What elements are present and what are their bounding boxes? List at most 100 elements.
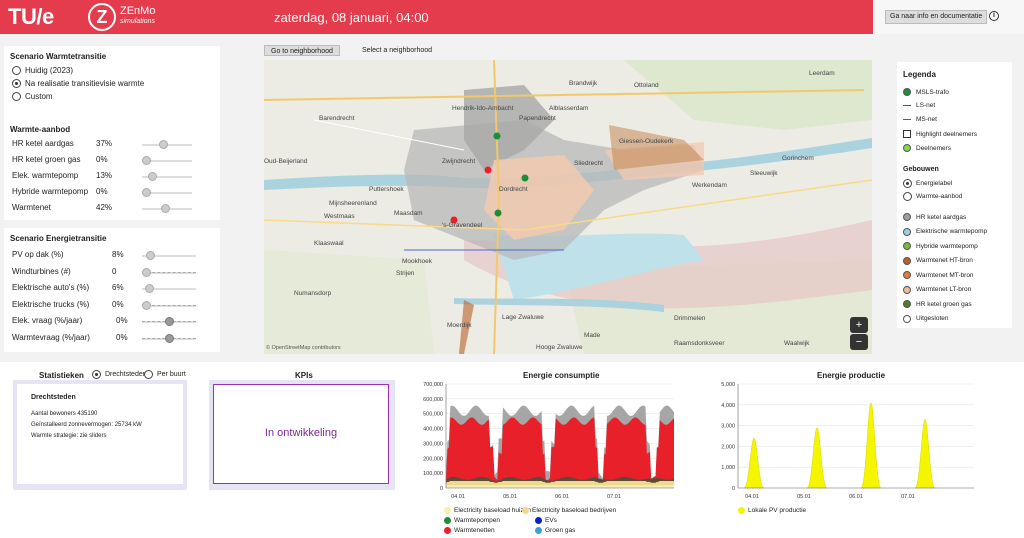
legend-item-ms-net[interactable]: MS-net [903, 116, 937, 123]
x-tick-label: 07.01 [607, 494, 621, 500]
legend-item-deelnemers[interactable]: Deelnemers [903, 144, 951, 152]
legend-evs: EVs [535, 517, 557, 524]
y-tick-label: 100,000 [423, 471, 443, 477]
stat-card-title: Drechtsteden [31, 394, 76, 401]
radio-label: Custom [25, 92, 53, 101]
radio-label: Huidig (2023) [25, 66, 74, 75]
radio-circle-icon[interactable] [12, 66, 21, 75]
y-tick-label: 600,000 [423, 397, 443, 403]
slider-handle[interactable] [147, 172, 157, 181]
warmtenet-lt-bron-icon [903, 285, 911, 294]
building-item-warmtenet-lt-bron[interactable]: Warmtenet LT-bron [903, 285, 971, 294]
kpi-title: KPIs [295, 371, 313, 380]
tab-select-neighborhood[interactable]: Select a neighborhood [356, 45, 438, 56]
zenmo-sub: simulations [120, 18, 156, 25]
building-item-uitgesloten[interactable]: Uitgesloten [903, 314, 949, 323]
warmte-slider-hr-ketel-groen-gas[interactable] [142, 156, 192, 165]
slider-handle[interactable] [142, 300, 151, 310]
slider-handle[interactable] [165, 317, 174, 326]
slider-handle[interactable] [159, 140, 169, 149]
radio-label: Energielabel [916, 180, 953, 187]
legend-label: HR ketel groen gas [916, 300, 972, 308]
radio-na-realisatie-transitievisie-warmte[interactable]: Na realisatie transitievisie warmte [12, 79, 144, 88]
radio-energielabel[interactable]: Energielabel [903, 179, 952, 188]
legend-electricity-baseload-huizen: Electricity baseload huizen [444, 507, 531, 514]
warmte-slider-warmtenet[interactable] [142, 204, 192, 213]
map-place-ottoland: Ottoland [634, 82, 659, 89]
legend-label: MSLS-trafo [916, 88, 949, 96]
x-tick-label: 06.01 [849, 494, 863, 500]
legend-label: Lokale PV productie [748, 507, 807, 514]
slider-handle[interactable] [142, 156, 151, 165]
legend-label: Warmtenet MT-bron [916, 271, 974, 279]
groen-gas-swatch-icon [535, 527, 542, 534]
legend-groen-gas: Groen gas [535, 527, 575, 534]
energie-slider-elektrische-auto-s[interactable] [142, 284, 196, 293]
energie-label-elektrische-auto-s: Elektrische auto's (%) [12, 283, 90, 292]
building-item-hr-ketel-groen-gas[interactable]: HR ketel groen gas [903, 300, 972, 308]
zoom-out-button[interactable]: − [850, 334, 868, 350]
radio-circle-icon[interactable] [92, 370, 101, 379]
warmtenetten-swatch-icon [444, 527, 451, 534]
building-item-warmtenet-mt-bron[interactable]: Warmtenet MT-bron [903, 271, 974, 279]
radio-warmte-aanbod[interactable]: Warmte-aanbod [903, 192, 962, 201]
slider-handle[interactable] [144, 284, 154, 293]
x-tick-label: 05.01 [797, 494, 811, 500]
energie-slider-pv-op-dak[interactable] [142, 251, 196, 260]
energie-label-windturbines: Windturbines (#) [12, 266, 71, 276]
map-place-numansdorp: Numansdorp [294, 290, 332, 297]
radio-circle-icon[interactable] [144, 370, 153, 379]
map-place-mijnsheerenland: Mijnsheerenland [329, 200, 377, 207]
radio-circle-icon[interactable] [903, 192, 912, 201]
consumption-chart: 700,000 600,000 500,000 400,000 300,000 200,0… [423, 382, 674, 500]
map-place-werkendam: Werkendam [692, 182, 727, 189]
warmte-slider-hybride-warmtepomp[interactable] [142, 188, 192, 197]
slider-handle[interactable] [145, 251, 155, 260]
slider-handle[interactable] [142, 188, 151, 197]
radio-custom[interactable]: Custom [12, 92, 53, 101]
kpi-card-frame: In ontwikkeling [209, 380, 395, 490]
map-place-barendrecht: Barendrecht [319, 115, 355, 122]
legend-electricity-baseload-bedrijven: Electricity baseload bedrijven [522, 507, 616, 514]
slider-handle[interactable] [165, 333, 174, 343]
legend-item-highlight-deelnemers[interactable]: Highlight deelnemers [903, 130, 977, 138]
pv-peak-area [860, 402, 882, 489]
radio-circle-icon[interactable] [12, 79, 21, 88]
stat-card-frame: Drechtsteden Aantal bewoners 435190 Geïns… [13, 380, 187, 490]
y-tick-label: 300,000 [423, 441, 443, 447]
legend-label: Electricity baseload bedrijven [532, 507, 617, 514]
radio-label: Per buurt [157, 371, 186, 378]
radio-per-buurt[interactable]: Per buurt [144, 370, 186, 379]
energie-slider-elektrische-trucks[interactable] [142, 300, 196, 310]
info-icon[interactable]: i [989, 11, 999, 21]
radio-drechtsteden[interactable]: Drechtsteden [92, 370, 147, 379]
warmte-label-hybride-warmtepomp: Hybride warmtepomp [12, 187, 89, 196]
warmte-aanbod-title: Warmte-aanbod [10, 125, 71, 134]
building-item-warmtenet-ht-bron[interactable]: Warmtenet HT-bron [903, 256, 973, 265]
documentation-button[interactable]: Ga naar info en documentatie [885, 10, 988, 24]
legend-item-ls-net[interactable]: LS-net [903, 102, 935, 109]
statistieken-title: Statistieken [39, 371, 84, 380]
energie-slider-elek-vraag-jaar[interactable] [142, 317, 196, 326]
x-tick-label: 04.01 [745, 494, 759, 500]
building-item-hybride-warmtepomp[interactable]: Hybride warmtepomp [903, 242, 978, 250]
slider-handle[interactable] [161, 204, 171, 213]
pv-peak-area [914, 419, 936, 489]
warmte-slider-elek-warmtepomp[interactable] [142, 172, 192, 181]
legend-item-msls-trafo[interactable]: MSLS-trafo [903, 88, 949, 96]
map-place-dordrecht: Dordrecht [499, 186, 528, 193]
energie-slider-windturbines[interactable] [142, 267, 196, 277]
map[interactable]: Barendrecht Hendrik-Ido-Ambacht Oud-Beijer… [264, 60, 872, 354]
building-item-hr-ketel-aardgas[interactable]: HR ketel aardgas [903, 213, 966, 221]
radio-circle-icon[interactable] [12, 92, 21, 101]
deelnemers-icon [903, 144, 911, 152]
building-item-elektrische-warmtepomp[interactable]: Elektrische warmtepomp [903, 227, 987, 236]
zoom-in-button[interactable]: + [850, 317, 868, 333]
tab-go-to-neighborhood[interactable]: Go to neighborhood [264, 45, 340, 56]
slider-handle[interactable] [142, 267, 151, 277]
warmte-slider-hr-ketel-aardgas[interactable] [142, 140, 192, 149]
radio-circle-icon[interactable] [903, 179, 912, 188]
energie-slider-warmtevraag-jaar[interactable] [142, 333, 196, 343]
y-tick-label: 2,000 [721, 444, 735, 450]
radio-huidig-2023[interactable]: Huidig (2023) [12, 66, 73, 75]
